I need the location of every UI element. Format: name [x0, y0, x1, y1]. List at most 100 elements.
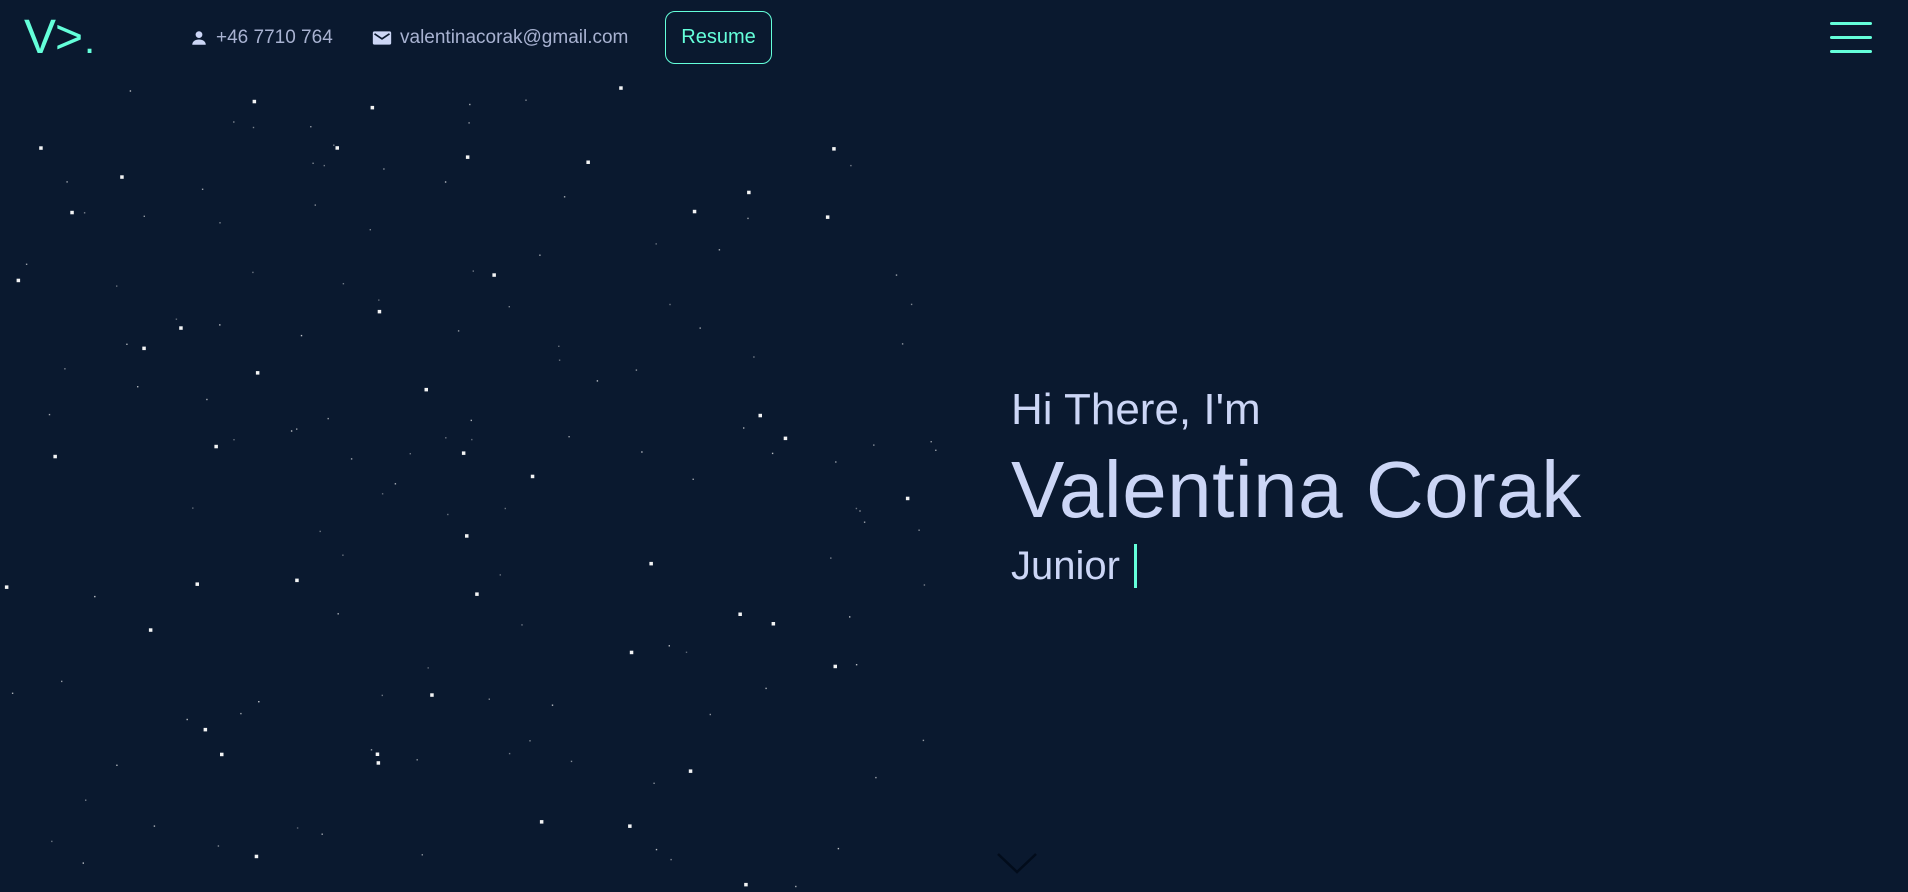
star	[670, 858, 672, 861]
star	[129, 90, 132, 92]
star	[525, 99, 527, 101]
star	[688, 769, 693, 773]
star	[457, 330, 460, 332]
star	[795, 885, 797, 888]
star	[11, 692, 14, 694]
star	[290, 430, 293, 432]
star	[529, 740, 531, 742]
star	[381, 694, 383, 697]
star	[296, 428, 298, 430]
star	[530, 474, 535, 479]
star	[470, 419, 472, 422]
star	[570, 760, 573, 763]
star	[629, 650, 634, 655]
starfield-background	[4, 86, 937, 888]
star	[508, 752, 511, 755]
chevron-down-icon[interactable]	[996, 850, 1038, 876]
star	[641, 451, 643, 453]
star	[783, 436, 788, 441]
star	[94, 595, 96, 598]
star	[201, 188, 204, 190]
star	[220, 752, 224, 757]
star	[753, 356, 755, 358]
logo[interactable]: V>.	[24, 6, 95, 72]
star	[669, 303, 671, 306]
star	[655, 848, 658, 851]
star	[375, 752, 380, 756]
star	[935, 449, 937, 451]
star	[863, 521, 866, 523]
hero-name: Valentina Corak	[1011, 445, 1582, 534]
star	[859, 510, 861, 512]
resume-button[interactable]: Resume	[665, 11, 772, 64]
star	[427, 667, 429, 669]
star	[504, 507, 506, 510]
star	[310, 126, 312, 128]
star	[850, 164, 852, 167]
star	[461, 451, 466, 455]
star	[835, 461, 837, 463]
star	[508, 306, 510, 308]
star	[692, 478, 694, 480]
star	[596, 380, 599, 382]
star	[471, 438, 473, 441]
star	[747, 190, 751, 195]
star	[333, 144, 335, 146]
star	[430, 693, 434, 697]
star	[252, 271, 254, 274]
star	[137, 386, 139, 388]
star	[895, 274, 898, 276]
star	[370, 749, 373, 751]
star	[444, 181, 447, 183]
star	[918, 529, 920, 531]
star	[635, 369, 638, 371]
star	[83, 212, 86, 214]
star	[300, 334, 303, 337]
star	[744, 882, 748, 887]
star	[472, 270, 474, 272]
star	[240, 712, 242, 715]
star	[837, 847, 840, 850]
star	[771, 452, 774, 455]
typing-cursor	[1133, 544, 1137, 588]
star	[692, 209, 697, 214]
star	[350, 458, 353, 460]
star	[370, 105, 375, 110]
star	[327, 417, 329, 420]
star	[296, 827, 299, 829]
star	[153, 825, 156, 827]
star	[855, 507, 858, 510]
phone-contact[interactable]: +46 7710 764	[190, 26, 333, 50]
page: V>. +46 7710 764 valentinacorak@gmail.co…	[0, 0, 1908, 892]
star	[551, 704, 554, 706]
star	[492, 273, 496, 277]
star	[738, 612, 742, 616]
star	[16, 278, 21, 283]
star	[206, 398, 208, 401]
star	[539, 820, 544, 824]
star	[469, 103, 471, 106]
star	[252, 99, 257, 104]
email-contact[interactable]: valentinacorak@gmail.com	[372, 26, 628, 50]
star	[233, 121, 235, 123]
star	[586, 160, 590, 164]
star	[521, 624, 523, 626]
star	[901, 343, 904, 345]
star	[743, 427, 745, 429]
user-icon	[190, 29, 208, 47]
star	[4, 585, 9, 589]
hero-role: Junior	[1011, 538, 1582, 594]
star	[855, 664, 858, 666]
star	[342, 283, 345, 285]
star	[25, 263, 28, 265]
hamburger-menu-icon[interactable]	[1830, 20, 1872, 56]
star	[126, 343, 128, 345]
star	[468, 122, 470, 124]
star	[475, 592, 479, 596]
star	[558, 345, 560, 347]
star	[335, 146, 339, 150]
star	[39, 146, 43, 150]
star	[558, 359, 561, 361]
email-address: valentinacorak@gmail.com	[400, 27, 629, 48]
star	[849, 616, 851, 618]
